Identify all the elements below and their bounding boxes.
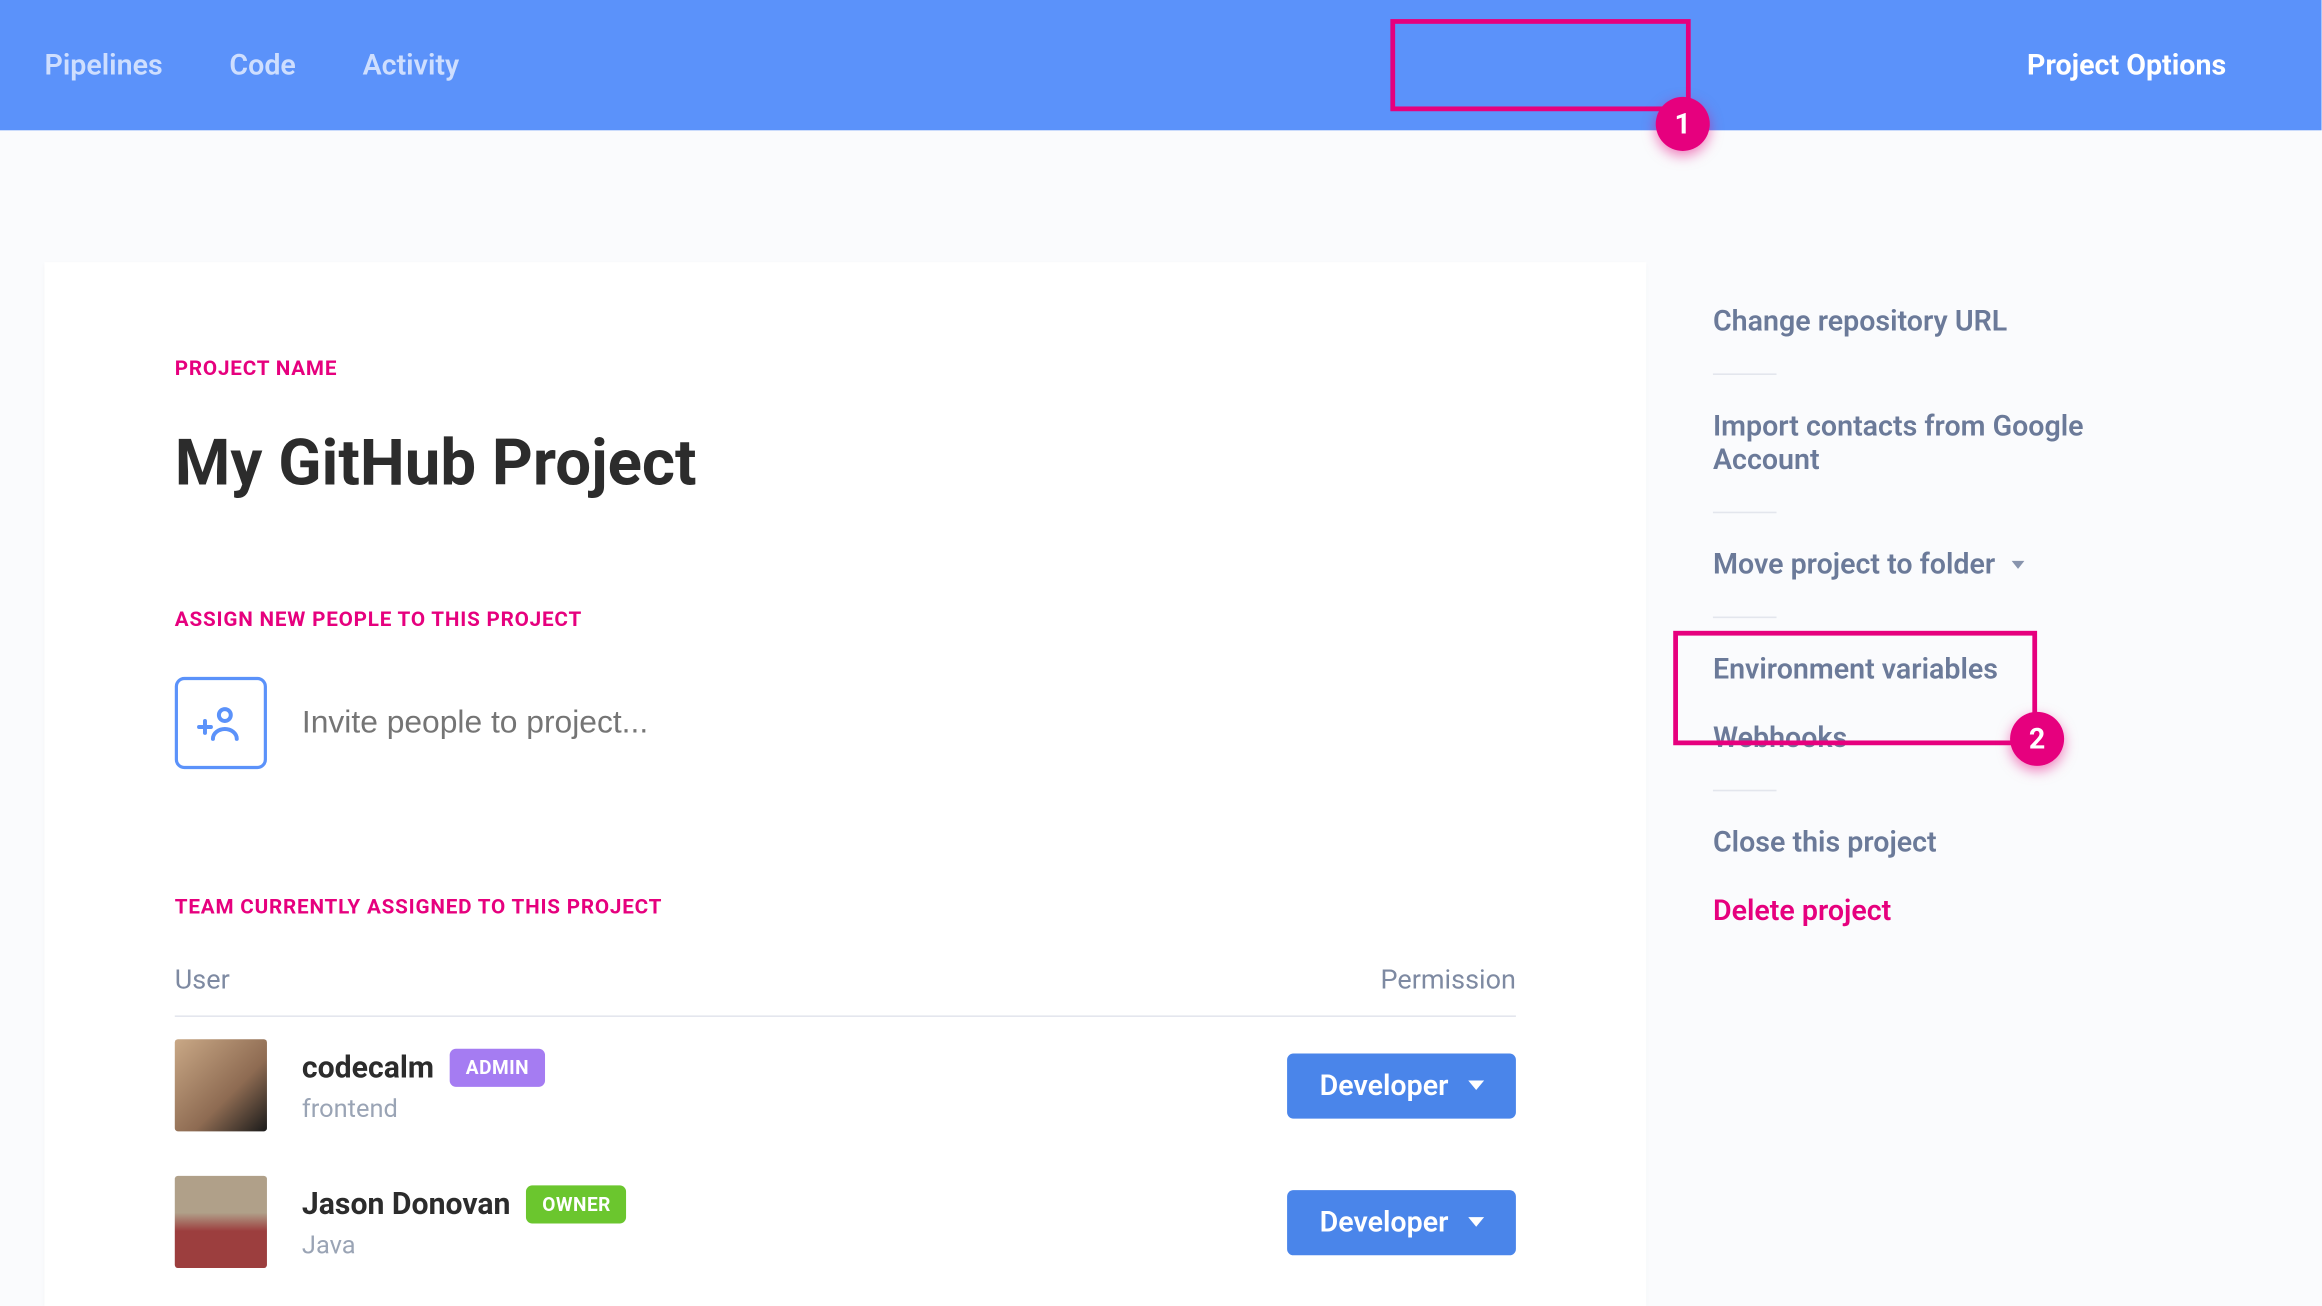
permission-label: Developer (1320, 1069, 1449, 1102)
sidebar-item-label: Move project to folder (1713, 548, 1995, 581)
sidebar-item-env-variables[interactable]: Environment variables (1713, 618, 2187, 721)
annotation-callout-2: 2 (2010, 712, 2064, 766)
chevron-down-icon (1467, 1217, 1483, 1227)
sidebar-item-delete-project[interactable]: Delete project (1713, 895, 2187, 963)
annotation-callout-1: 1 (1656, 97, 1710, 151)
user-subtitle: Java (302, 1229, 1287, 1259)
team-row: codecalm ADMIN frontend Developer (175, 1017, 1516, 1154)
settings-sidebar: Change repository URL Import contacts fr… (1646, 130, 2250, 1306)
top-nav: Pipelines Code Activity Project Options (0, 0, 2322, 130)
team-row: Jason Donovan OWNER Java Developer (175, 1154, 1516, 1291)
role-badge-admin: ADMIN (450, 1048, 545, 1086)
permission-dropdown[interactable]: Developer (1287, 1053, 1516, 1118)
permission-dropdown[interactable]: Developer (1287, 1189, 1516, 1254)
team-table-header: User Permission (175, 965, 1516, 1017)
invite-people-input[interactable] (302, 705, 1097, 742)
label-project-name: PROJECT NAME (175, 358, 1516, 382)
add-person-button[interactable] (175, 677, 267, 769)
permission-label: Developer (1320, 1205, 1449, 1238)
sidebar-item-webhooks[interactable]: Webhooks (1713, 721, 2187, 789)
user-name: codecalm (302, 1049, 434, 1086)
nav-project-options[interactable]: Project Options (1976, 26, 2277, 104)
label-team-assigned: TEAM CURRENTLY ASSIGNED TO THIS PROJECT (175, 896, 1516, 920)
role-badge-owner: OWNER (526, 1185, 626, 1223)
user-name: Jason Donovan (302, 1185, 511, 1222)
nav-code[interactable]: Code (229, 48, 295, 81)
col-user: User (175, 965, 230, 997)
nav-activity[interactable]: Activity (363, 48, 460, 81)
avatar (175, 1176, 267, 1268)
user-subtitle: frontend (302, 1092, 1287, 1122)
sidebar-item-move-project[interactable]: Move project to folder (1713, 513, 2187, 616)
col-permission: Permission (1381, 965, 1516, 997)
project-title: My GitHub Project (175, 426, 1516, 501)
avatar (175, 1039, 267, 1131)
chevron-down-icon (2011, 561, 2024, 569)
sidebar-item-import-contacts[interactable]: Import contacts from Google Account (1713, 375, 2187, 512)
project-options-card: PROJECT NAME My GitHub Project ASSIGN NE… (44, 262, 1646, 1306)
nav-pipelines[interactable]: Pipelines (44, 48, 162, 81)
chevron-down-icon (1467, 1081, 1483, 1091)
add-person-icon (197, 699, 245, 747)
sidebar-item-close-project[interactable]: Close this project (1713, 791, 2187, 894)
label-assign-people: ASSIGN NEW PEOPLE TO THIS PROJECT (175, 609, 1516, 633)
sidebar-item-change-repo[interactable]: Change repository URL (1713, 270, 2187, 373)
